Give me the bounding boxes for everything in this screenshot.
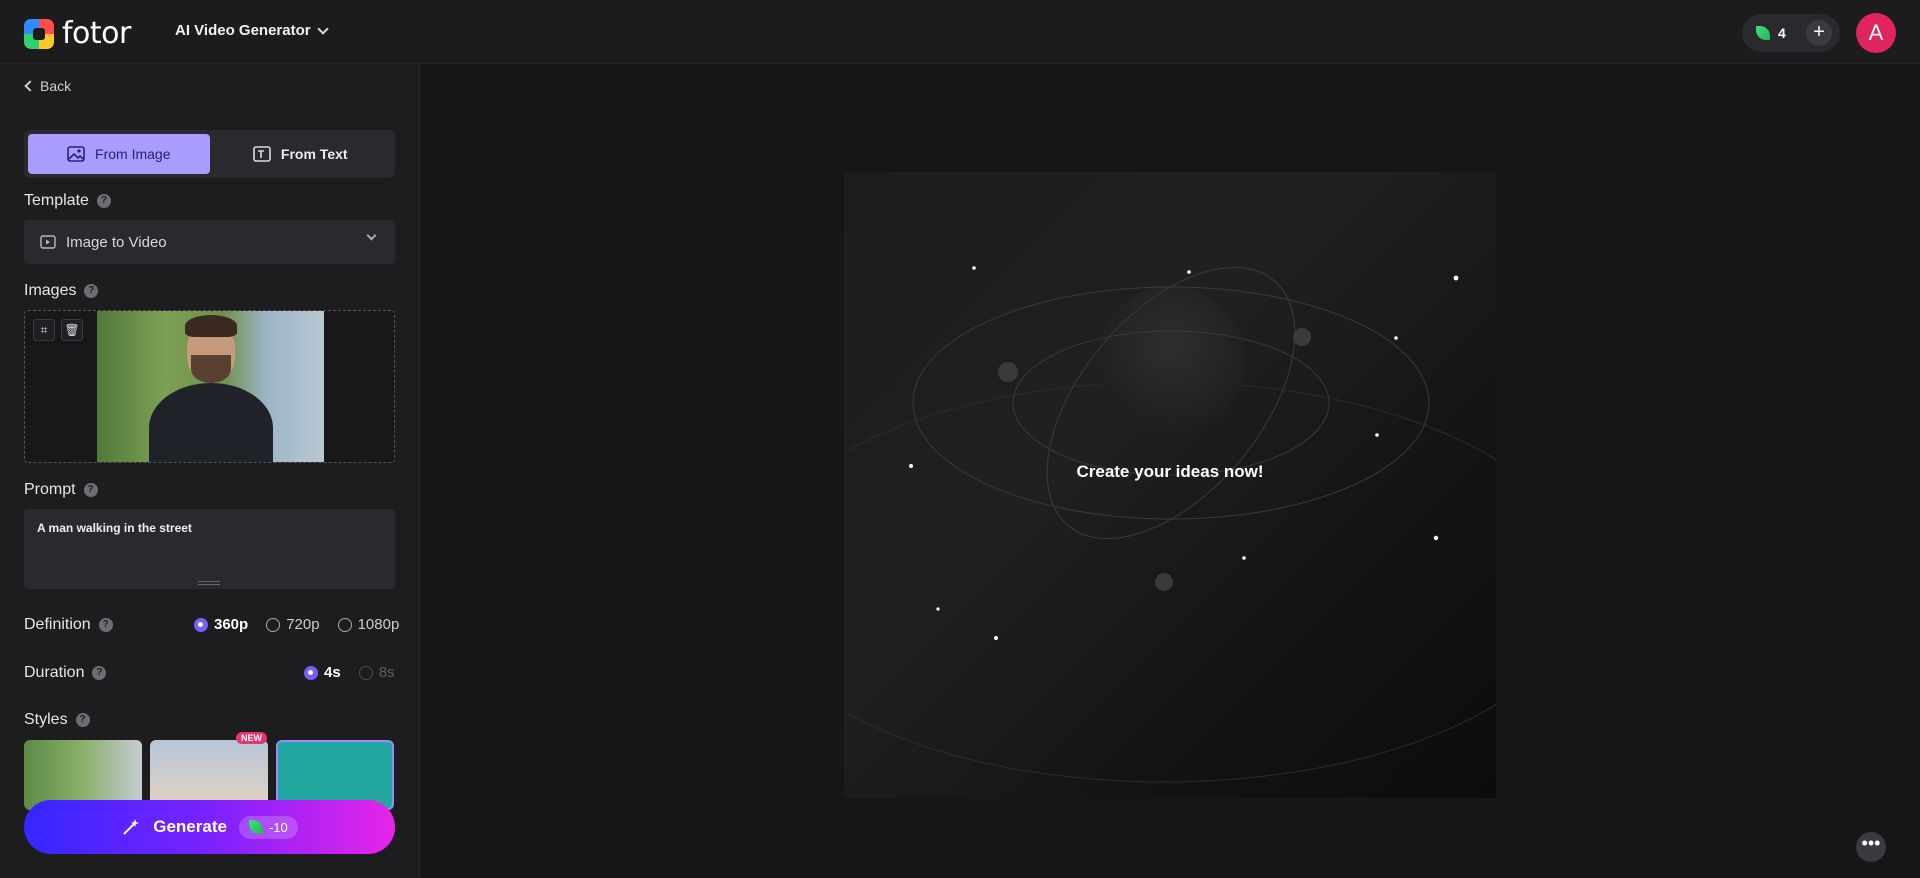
chevron-down-icon	[316, 22, 329, 35]
text-image-icon	[253, 146, 271, 162]
planet-illustration	[844, 266, 1496, 783]
template-label: Template ?	[24, 192, 111, 210]
logo-text: fotor	[62, 16, 131, 51]
radio-dot	[266, 617, 281, 632]
product-name: AI Video Generator	[175, 22, 311, 39]
top-bar: fotor AI Video Generator 4 + A	[0, 0, 1920, 64]
chevron-down-icon	[366, 230, 377, 241]
tab-from-text-label: From Text	[280, 146, 348, 162]
radio-label: 8s	[378, 664, 395, 681]
radio-dot	[358, 665, 373, 680]
definition-label: Definition ?	[24, 616, 113, 634]
help-icon[interactable]: ?	[84, 284, 99, 298]
stage-title: Create your ideas now!	[1076, 462, 1264, 481]
credits-pill[interactable]: 4 +	[1742, 14, 1840, 52]
generate-cost-value: -10	[268, 819, 288, 835]
radio-label: 360p	[214, 616, 249, 633]
chevron-left-icon	[24, 80, 36, 92]
template-select-value: Image to Video	[66, 233, 167, 251]
radio-label: 720p	[286, 616, 320, 633]
photo-body	[149, 383, 273, 462]
duration-label-text: Duration	[24, 664, 85, 681]
duration-options: 4s 8s	[304, 664, 395, 681]
generate-button[interactable]: Generate -10	[24, 800, 395, 854]
tab-from-image[interactable]: From Image	[28, 134, 210, 174]
more-options-button[interactable]: •••	[1856, 832, 1886, 862]
prompt-label-text: Prompt	[24, 481, 76, 498]
product-switcher[interactable]: AI Video Generator	[175, 22, 329, 39]
help-icon[interactable]: ?	[83, 483, 98, 497]
back-button[interactable]: Back	[24, 78, 72, 94]
credits-count: 4	[1778, 25, 1786, 41]
tab-from-text[interactable]: From Text	[210, 134, 392, 174]
uploaded-photo	[97, 311, 324, 462]
fotor-logo[interactable]: fotor	[24, 16, 131, 51]
definition-options: 360p 720p 1080p	[194, 616, 399, 633]
duration-label: Duration ?	[24, 664, 107, 682]
resize-handle[interactable]	[198, 581, 220, 585]
definition-label-text: Definition	[24, 616, 91, 633]
image-upload-area[interactable]: ⌗ 🗑	[24, 310, 395, 463]
template-select[interactable]: Image to Video	[24, 220, 395, 264]
crop-icon[interactable]: ⌗	[33, 319, 55, 341]
styles-label-text: Styles	[24, 711, 68, 728]
back-label: Back	[40, 78, 72, 94]
radio-dot	[304, 665, 318, 680]
trash-icon[interactable]: 🗑	[61, 319, 83, 341]
radio-label: 1080p	[357, 616, 400, 633]
prompt-text: A man walking in the street	[37, 521, 192, 535]
definition-720p-radio[interactable]: 720p	[266, 616, 320, 633]
radio-label: 4s	[324, 664, 341, 681]
sidebar: Back From Image From Text Template ? Ima…	[0, 64, 420, 878]
mode-tabs: From Image From Text	[24, 130, 395, 178]
generate-label: Generate	[153, 817, 227, 836]
help-icon[interactable]: ?	[96, 194, 111, 208]
radio-dot	[194, 617, 208, 632]
tab-from-image-label: From Image	[95, 146, 171, 162]
photo-beard	[191, 355, 231, 383]
avatar[interactable]: A	[1856, 13, 1896, 53]
new-badge: NEW	[236, 732, 267, 744]
fotor-logo-icon	[24, 18, 54, 49]
image-icon	[67, 146, 85, 162]
prompt-input[interactable]: A man walking in the street	[24, 509, 395, 589]
definition-360p-radio[interactable]: 360p	[194, 616, 248, 633]
preview-stage: Create your ideas now!	[844, 172, 1496, 798]
prompt-label: Prompt ?	[24, 481, 98, 499]
leaf-credit-icon	[248, 820, 263, 834]
styles-label: Styles ?	[24, 711, 90, 729]
images-label: Images ?	[24, 282, 99, 300]
duration-4s-radio[interactable]: 4s	[304, 664, 341, 681]
definition-1080p-radio[interactable]: 1080p	[337, 616, 400, 633]
template-label-text: Template	[24, 192, 89, 209]
radio-dot	[337, 617, 352, 632]
generate-cost: -10	[238, 815, 298, 839]
help-icon[interactable]: ?	[98, 618, 113, 632]
add-credits-button[interactable]: +	[1806, 20, 1832, 46]
images-label-text: Images	[24, 282, 77, 299]
duration-8s-radio[interactable]: 8s	[358, 664, 395, 681]
help-icon[interactable]: ?	[92, 666, 107, 680]
video-icon	[40, 235, 56, 249]
photo-hair	[185, 315, 237, 337]
leaf-credit-icon	[1756, 26, 1770, 40]
help-icon[interactable]: ?	[75, 713, 90, 727]
magic-wand-icon	[123, 819, 140, 835]
